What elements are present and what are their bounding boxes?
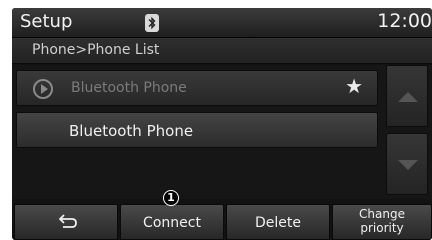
list-item-label: Bluetooth Phone: [69, 122, 194, 140]
back-button[interactable]: [14, 204, 118, 240]
screen-title: Setup: [20, 11, 73, 32]
list-item-label: Bluetooth Phone: [71, 80, 187, 96]
bottom-bar: Connect Delete Change priority: [12, 204, 432, 240]
connect-button[interactable]: Connect: [120, 204, 224, 240]
star-icon: ★: [345, 74, 363, 98]
list-item[interactable]: Bluetooth Phone: [16, 112, 378, 148]
back-arrow-icon: [59, 214, 77, 228]
setup-screen: Setup 12:00 Phone>Phone List Bluetooth P…: [12, 8, 432, 240]
phone-list: Bluetooth Phone ★ Bluetooth Phone: [12, 65, 432, 199]
arrow-down-icon: [398, 160, 418, 170]
change-priority-button[interactable]: Change priority: [332, 204, 432, 240]
status-bar: Setup 12:00: [12, 8, 432, 38]
arrow-up-icon: [398, 92, 418, 102]
bluetooth-icon: [145, 14, 159, 32]
delete-label: Delete: [255, 215, 301, 231]
list-item[interactable]: Bluetooth Phone ★: [16, 70, 378, 106]
change-priority-label: Change priority: [333, 207, 431, 235]
play-circle-icon: [33, 79, 53, 99]
callout-marker: 1: [163, 190, 179, 206]
delete-button[interactable]: Delete: [226, 204, 330, 240]
breadcrumb: Phone>Phone List: [12, 38, 432, 64]
change-priority-line2: priority: [360, 221, 404, 235]
connect-label: Connect: [143, 215, 201, 231]
scroll-up-button[interactable]: [386, 65, 428, 127]
breadcrumb-text: Phone>Phone List: [32, 42, 160, 58]
change-priority-line1: Change: [359, 207, 405, 221]
clock: 12:00: [377, 10, 432, 32]
scroll-down-button[interactable]: [386, 133, 428, 195]
